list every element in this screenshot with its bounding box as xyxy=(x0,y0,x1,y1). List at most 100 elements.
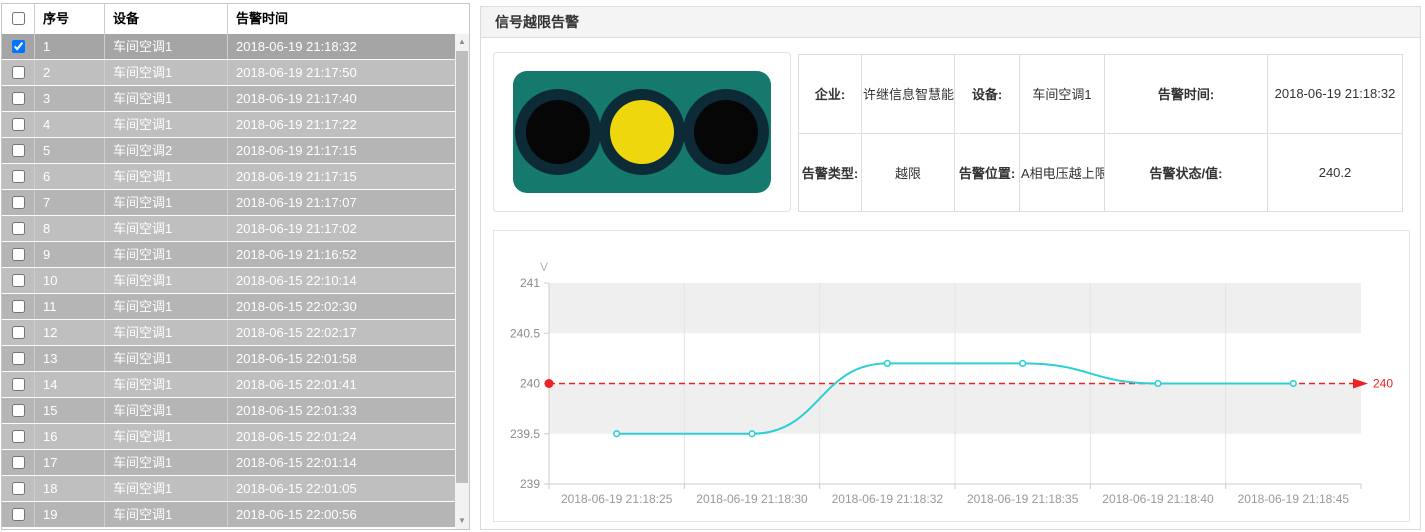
alarm-info-table: 企业: 许继信息智慧能源 设备: 车间空调1 告警时间: 2018-06-19 … xyxy=(798,54,1403,212)
table-row[interactable]: 16车间空调12018-06-15 22:01:24 xyxy=(2,424,455,450)
svg-text:V: V xyxy=(540,260,548,274)
row-checkbox[interactable] xyxy=(12,144,25,157)
row-checkbox[interactable] xyxy=(12,430,25,443)
row-device: 车间空调1 xyxy=(105,346,228,371)
row-device: 车间空调1 xyxy=(105,502,228,527)
row-device: 车间空调1 xyxy=(105,34,228,59)
row-index: 10 xyxy=(35,268,105,293)
row-checkbox[interactable] xyxy=(12,326,25,339)
column-header-index: 序号 xyxy=(35,4,105,34)
row-time: 2018-06-19 21:17:40 xyxy=(228,86,455,111)
row-time: 2018-06-15 22:01:33 xyxy=(228,398,455,423)
row-time: 2018-06-19 21:16:52 xyxy=(228,242,455,267)
row-device: 车间空调1 xyxy=(105,268,228,293)
row-device: 车间空调1 xyxy=(105,60,228,85)
table-row[interactable]: 3车间空调12018-06-19 21:17:40 xyxy=(2,86,455,112)
scroll-up-icon[interactable]: ▲ xyxy=(455,34,469,50)
enterprise-label: 企业: xyxy=(799,55,862,134)
table-row[interactable]: 17车间空调12018-06-15 22:01:14 xyxy=(2,450,455,476)
row-time: 2018-06-19 21:17:22 xyxy=(228,112,455,137)
row-index: 7 xyxy=(35,190,105,215)
row-checkbox[interactable] xyxy=(12,378,25,391)
row-checkbox[interactable] xyxy=(12,352,25,365)
row-time: 2018-06-15 22:01:24 xyxy=(228,424,455,449)
row-checkbox[interactable] xyxy=(12,40,25,53)
row-time: 2018-06-19 21:17:15 xyxy=(228,138,455,163)
table-row[interactable]: 9车间空调12018-06-19 21:16:52 xyxy=(2,242,455,268)
table-row[interactable]: 11车间空调12018-06-15 22:02:30 xyxy=(2,294,455,320)
row-checkbox[interactable] xyxy=(12,456,25,469)
scrollbar-thumb[interactable] xyxy=(456,51,468,483)
row-checkbox-cell xyxy=(2,242,35,267)
row-checkbox[interactable] xyxy=(12,248,25,261)
row-checkbox[interactable] xyxy=(12,404,25,417)
row-checkbox[interactable] xyxy=(12,118,25,131)
svg-text:2018-06-19 21:18:40: 2018-06-19 21:18:40 xyxy=(1102,492,1214,506)
row-checkbox[interactable] xyxy=(12,508,25,521)
table-row[interactable]: 1车间空调12018-06-19 21:18:32 xyxy=(2,34,455,60)
row-time: 2018-06-15 22:01:14 xyxy=(228,450,455,475)
row-index: 3 xyxy=(35,86,105,111)
row-time: 2018-06-15 22:10:14 xyxy=(228,268,455,293)
row-checkbox-cell xyxy=(2,372,35,397)
table-row[interactable]: 4车间空调12018-06-19 21:17:22 xyxy=(2,112,455,138)
traffic-light-icon xyxy=(513,71,771,193)
device-value: 车间空调1 xyxy=(1020,55,1105,134)
table-row[interactable]: 15车间空调12018-06-15 22:01:33 xyxy=(2,398,455,424)
row-time: 2018-06-15 22:01:41 xyxy=(228,372,455,397)
table-row[interactable]: 13车间空调12018-06-15 22:01:58 xyxy=(2,346,455,372)
row-index: 2 xyxy=(35,60,105,85)
table-row[interactable]: 5车间空调22018-06-19 21:17:15 xyxy=(2,138,455,164)
table-row[interactable]: 10车间空调12018-06-15 22:10:14 xyxy=(2,268,455,294)
row-checkbox[interactable] xyxy=(12,300,25,313)
select-all-checkbox[interactable] xyxy=(12,12,25,25)
table-row[interactable]: 2车间空调12018-06-19 21:17:50 xyxy=(2,60,455,86)
row-time: 2018-06-19 21:18:32 xyxy=(228,34,455,59)
row-checkbox[interactable] xyxy=(12,274,25,287)
table-row[interactable]: 14车间空调12018-06-15 22:01:41 xyxy=(2,372,455,398)
svg-text:239: 239 xyxy=(520,477,540,491)
row-checkbox-cell xyxy=(2,112,35,137)
alarm-type-value: 越限 xyxy=(862,133,955,212)
svg-text:2018-06-19 21:18:30: 2018-06-19 21:18:30 xyxy=(696,492,808,506)
row-checkbox-cell xyxy=(2,424,35,449)
row-checkbox[interactable] xyxy=(12,222,25,235)
row-checkbox[interactable] xyxy=(12,66,25,79)
row-checkbox[interactable] xyxy=(12,92,25,105)
row-index: 11 xyxy=(35,294,105,319)
table-scrollbar[interactable]: ▲ ▼ xyxy=(455,34,469,529)
svg-text:241: 241 xyxy=(520,276,540,290)
column-header-device: 设备 xyxy=(105,4,228,34)
row-checkbox-cell xyxy=(2,294,35,319)
row-checkbox-cell xyxy=(2,268,35,293)
table-row[interactable]: 8车间空调12018-06-19 21:17:02 xyxy=(2,216,455,242)
row-index: 8 xyxy=(35,216,105,241)
row-time: 2018-06-19 21:17:07 xyxy=(228,190,455,215)
table-row[interactable]: 19车间空调12018-06-15 22:00:56 xyxy=(2,502,455,528)
row-time: 2018-06-15 22:01:05 xyxy=(228,476,455,501)
row-device: 车间空调1 xyxy=(105,294,228,319)
table-row[interactable]: 6车间空调12018-06-19 21:17:15 xyxy=(2,164,455,190)
row-device: 车间空调1 xyxy=(105,190,228,215)
table-header: 序号 设备 告警时间 xyxy=(2,4,469,35)
row-checkbox[interactable] xyxy=(12,196,25,209)
row-device: 车间空调1 xyxy=(105,164,228,189)
row-checkbox-cell xyxy=(2,216,35,241)
signal-overlimit-panel: 信号越限告警 企业: 许继信息智慧能源 设备: 车间空调1 告警时间: 2018… xyxy=(480,6,1421,530)
row-checkbox[interactable] xyxy=(12,170,25,183)
table-row[interactable]: 7车间空调12018-06-19 21:17:07 xyxy=(2,190,455,216)
row-device: 车间空调1 xyxy=(105,450,228,475)
row-index: 14 xyxy=(35,372,105,397)
alarm-status-value: 240.2 xyxy=(1268,133,1403,212)
traffic-light-card xyxy=(493,52,791,212)
row-checkbox[interactable] xyxy=(12,482,25,495)
alarm-position-label: 告警位置: xyxy=(955,133,1020,212)
row-device: 车间空调1 xyxy=(105,476,228,501)
scroll-down-icon[interactable]: ▼ xyxy=(455,513,469,529)
table-row[interactable]: 12车间空调12018-06-15 22:02:17 xyxy=(2,320,455,346)
row-checkbox-cell xyxy=(2,138,35,163)
alarm-list-table: 序号 设备 告警时间 1车间空调12018-06-19 21:18:322车间空… xyxy=(1,3,470,530)
row-checkbox-cell xyxy=(2,502,35,527)
table-row[interactable]: 18车间空调12018-06-15 22:01:05 xyxy=(2,476,455,502)
row-time: 2018-06-15 22:02:30 xyxy=(228,294,455,319)
